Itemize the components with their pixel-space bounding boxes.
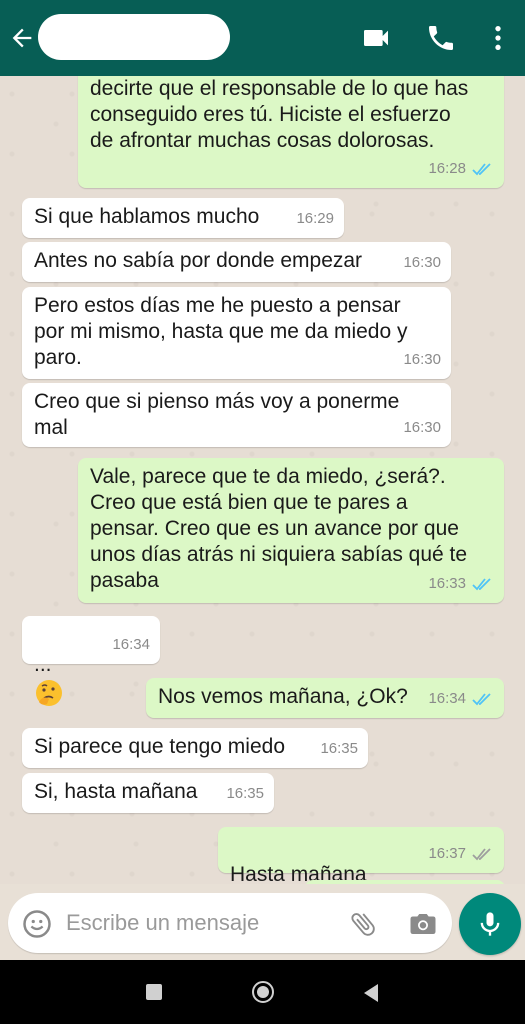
message-bubble-outgoing[interactable]: decirte que el responsable de lo que has… <box>78 76 504 188</box>
message-text: Si, hasta mañana <box>34 780 198 803</box>
message-list[interactable]: decirte que el responsable de lo que has… <box>0 76 525 884</box>
message-bubble-incoming[interactable]: ... 16:34 <box>22 616 160 706</box>
message-text: Antes no sabía por donde empezar <box>34 249 363 272</box>
message-bubble-incoming[interactable]: Pero estos días me he puesto a pensar po… <box>22 287 451 379</box>
system-navigation-bar <box>0 960 525 1024</box>
message-meta: 16:33 <box>428 571 494 597</box>
message-text: Nos vemos mañana, ¿Ok? <box>158 685 408 708</box>
message-text: Pero estos días me he puesto a pensar po… <box>34 294 408 369</box>
message-text: Vale, parece que te da miedo, ¿será?. Cr… <box>90 465 468 592</box>
message-meta: 16:30 <box>403 415 441 441</box>
message-meta: 16:37 <box>428 841 494 867</box>
message-text: Creo que si pienso más voy a ponerme mal <box>34 390 400 439</box>
read-double-tick-icon <box>472 163 491 176</box>
message-text: decirte que el responsable de lo que has… <box>90 77 469 152</box>
message-time: 16:34 <box>428 690 466 707</box>
chat-header <box>0 0 525 76</box>
message-meta: 16:28 <box>428 156 494 182</box>
message-time: 16:37 <box>428 845 466 862</box>
message-bubble-incoming[interactable]: Creo que si pienso más voy a ponerme mal… <box>22 383 451 447</box>
camera-icon[interactable] <box>408 909 438 939</box>
message-text: ... <box>34 626 64 708</box>
home-circle-icon[interactable] <box>252 981 274 1003</box>
attach-icon[interactable] <box>348 909 378 939</box>
contact-name[interactable] <box>38 14 230 60</box>
message-time: 16:30 <box>403 254 441 271</box>
microphone-icon <box>480 912 500 936</box>
message-time: 16:28 <box>428 160 466 177</box>
message-bubble-incoming[interactable]: Si parece que tengo miedo 16:35 <box>22 728 368 768</box>
message-meta: 16:34 <box>428 686 494 712</box>
video-call-icon[interactable] <box>360 22 392 54</box>
message-bubble-incoming[interactable]: Si, hasta mañana 16:35 <box>22 773 274 813</box>
message-bubble-outgoing[interactable]: Vale, parece que te da miedo, ¿será?. Cr… <box>78 458 504 603</box>
read-double-tick-icon <box>472 578 491 591</box>
message-text: Si parece que tengo miedo <box>34 735 286 758</box>
thinking-face-icon <box>36 680 62 706</box>
message-bubble-outgoing[interactable]: Nos vemos mañana, ¿Ok? 16:34 <box>146 678 504 718</box>
message-bubble-outgoing <box>305 880 505 884</box>
more-options-icon[interactable] <box>482 22 514 54</box>
message-time: 16:35 <box>320 740 358 757</box>
message-time: 16:30 <box>403 351 441 368</box>
read-double-tick-icon <box>472 693 491 706</box>
delivered-double-tick-icon <box>472 848 491 861</box>
message-meta: 16:30 <box>403 347 441 373</box>
message-text: Hasta mañana <box>230 836 367 884</box>
message-time: 16:30 <box>403 419 441 436</box>
message-composer[interactable]: Escribe un mensaje <box>8 893 452 953</box>
message-time: 16:33 <box>428 575 466 592</box>
message-time: 16:35 <box>226 785 264 802</box>
message-meta: 16:30 <box>403 250 441 276</box>
message-time: 16:34 <box>112 636 150 653</box>
recents-square-icon[interactable] <box>146 984 162 1000</box>
back-arrow-icon[interactable] <box>8 24 36 52</box>
message-meta: 16:34 <box>112 632 150 658</box>
message-bubble-outgoing[interactable]: Hasta mañana 16:37 <box>218 827 504 884</box>
back-triangle-icon[interactable] <box>362 983 380 1003</box>
message-meta: 16:35 <box>320 736 358 762</box>
message-text: Si que hablamos mucho <box>34 205 260 228</box>
message-time: 16:29 <box>296 210 334 227</box>
message-meta: 16:35 <box>226 781 264 807</box>
message-bubble-incoming[interactable]: Si que hablamos mucho 16:29 <box>22 198 344 238</box>
message-input[interactable]: Escribe un mensaje <box>66 910 259 936</box>
voice-message-button[interactable] <box>459 893 521 955</box>
phone-call-icon[interactable] <box>425 22 457 54</box>
message-meta: 16:29 <box>296 206 334 232</box>
emoji-icon[interactable] <box>22 909 52 939</box>
message-text-ellipsis: ... <box>34 653 52 676</box>
message-bubble-incoming[interactable]: Antes no sabía por donde empezar 16:30 <box>22 242 451 282</box>
